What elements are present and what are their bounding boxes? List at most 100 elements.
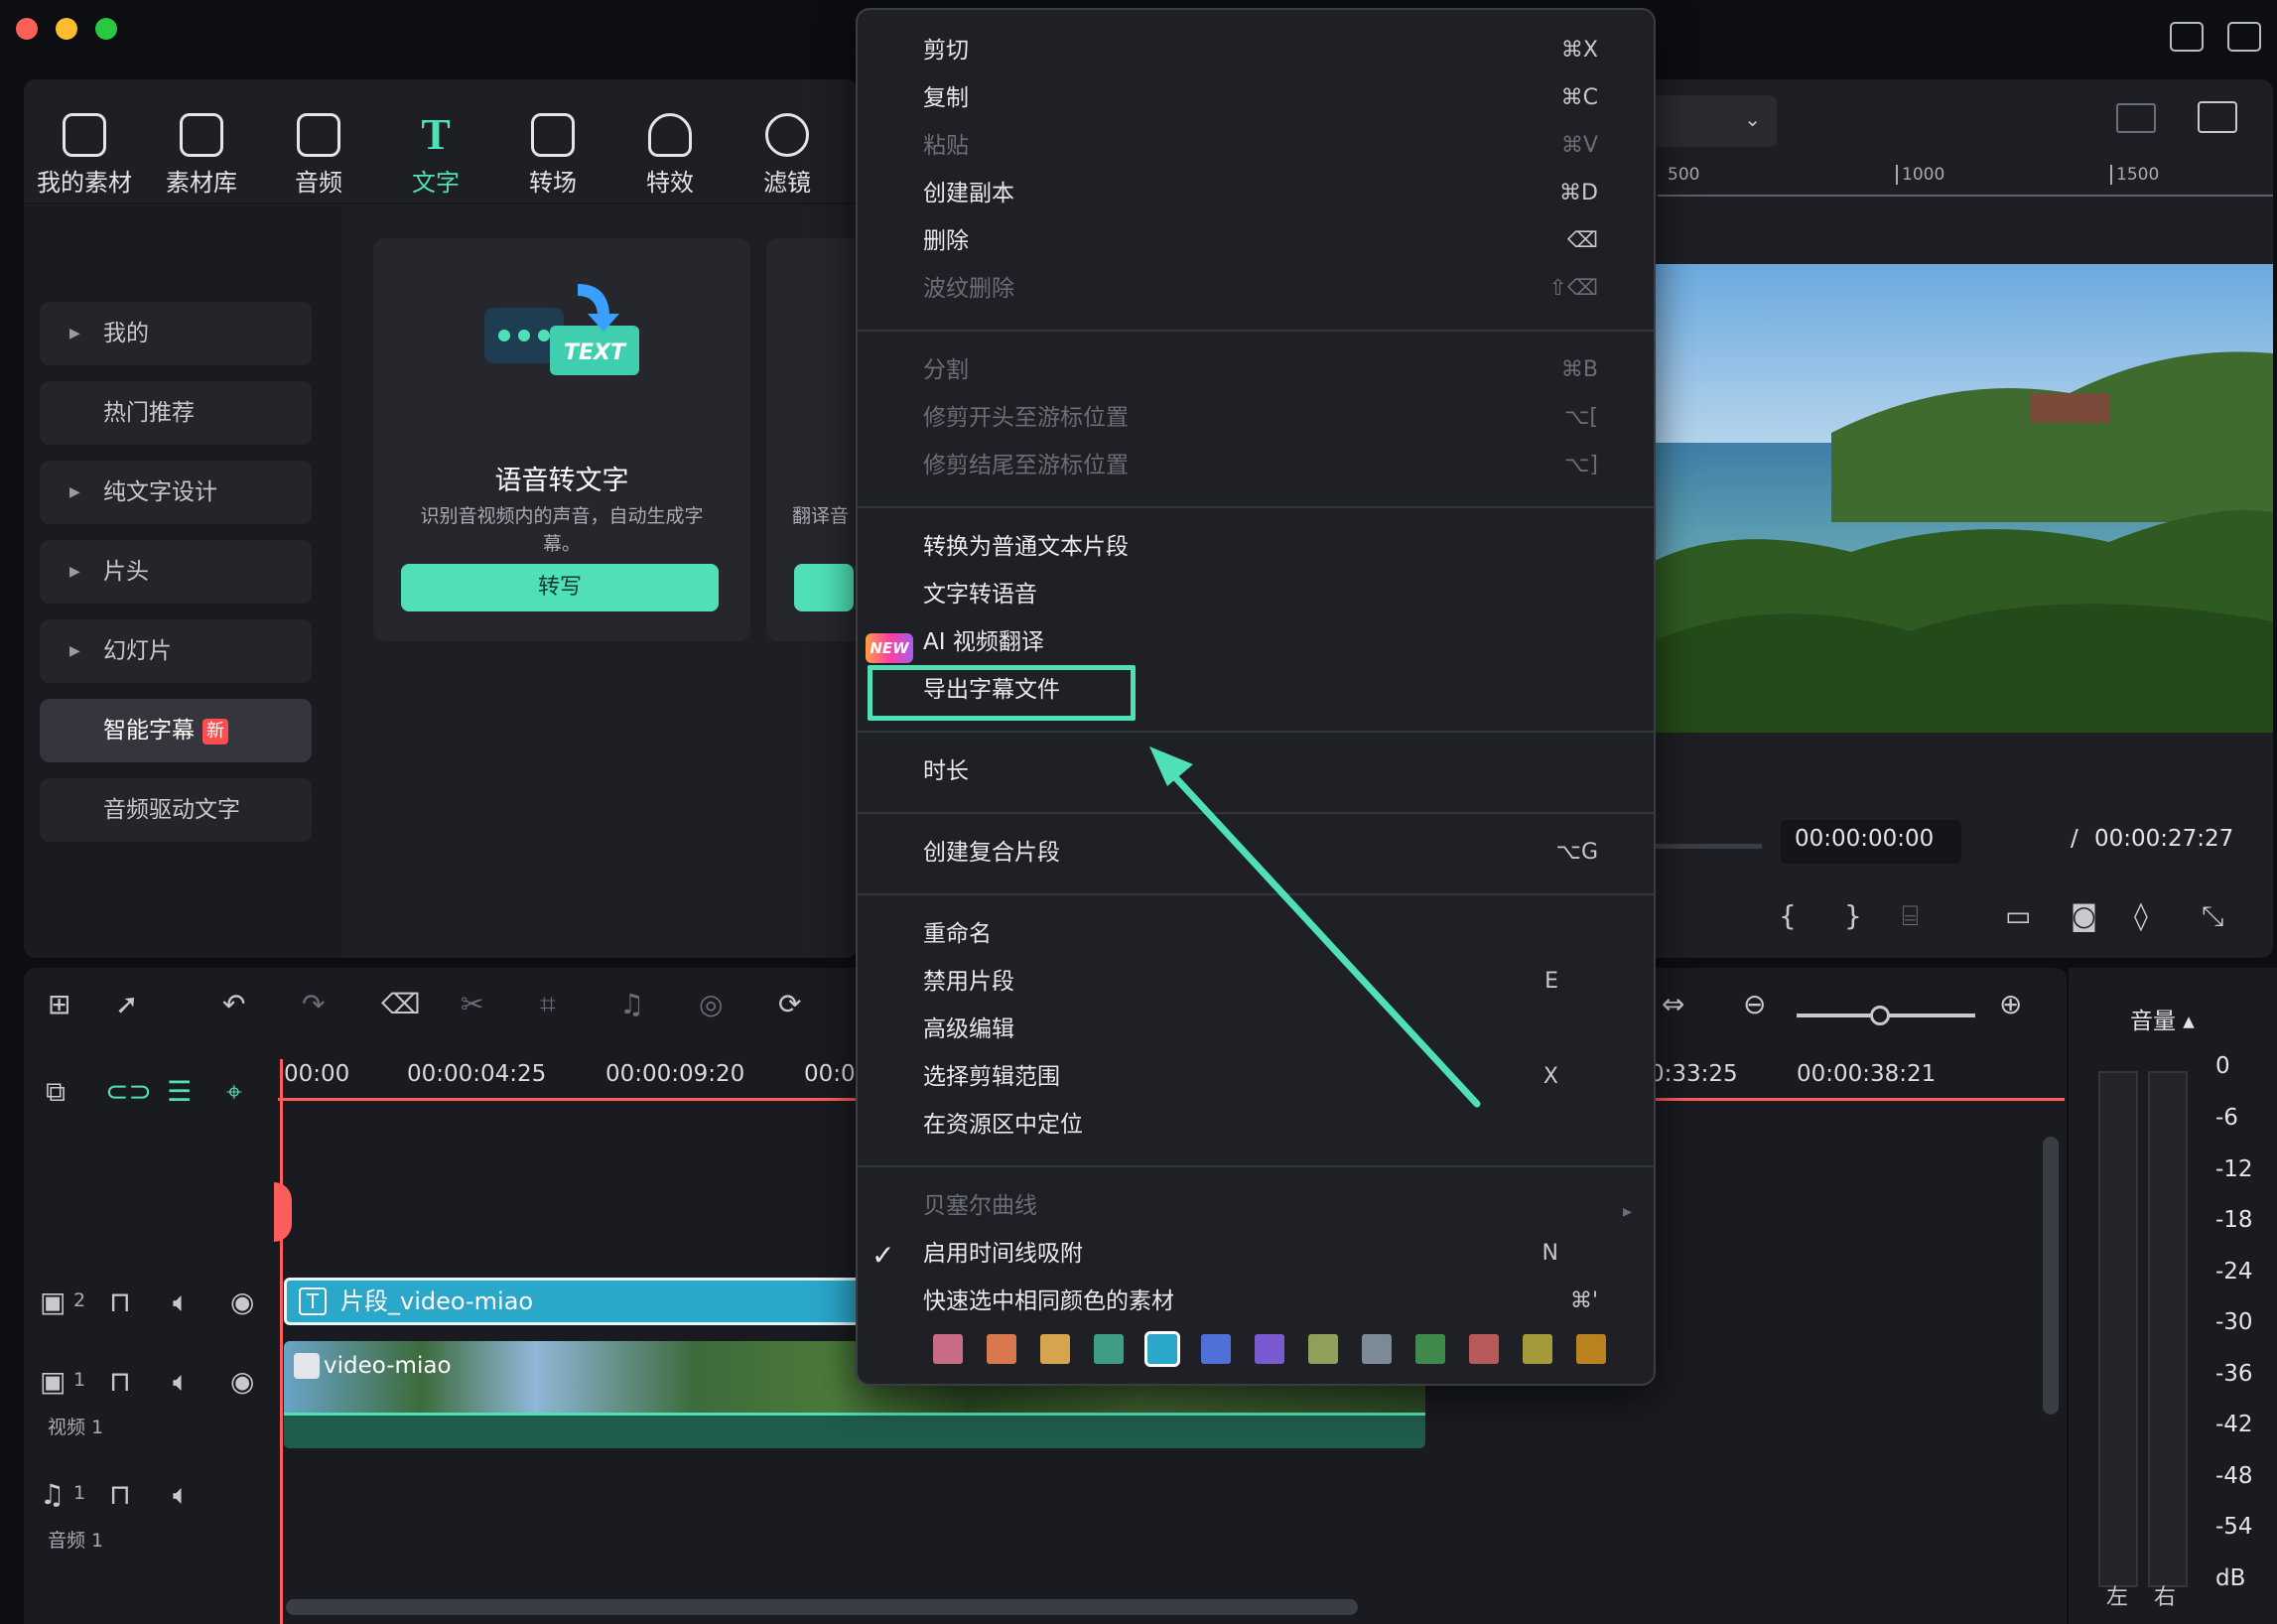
tab-filter[interactable]: 滤镜 xyxy=(733,113,842,198)
color-swatch[interactable] xyxy=(1469,1334,1499,1364)
color-swatch[interactable] xyxy=(1576,1334,1606,1364)
undo-icon[interactable]: ↶ xyxy=(222,988,245,1020)
menu-item-trim-end[interactable]: 修剪结尾至游标位置 ⌥] xyxy=(923,443,1618,488)
sidebar-item-audio-driven-text[interactable]: 音频驱动文字 xyxy=(40,778,312,842)
tab-label: 文字 xyxy=(412,169,460,197)
mark-out-icon[interactable]: } xyxy=(1844,899,1862,932)
menu-item-rename[interactable]: 重命名 xyxy=(923,911,1618,957)
mark-in-icon[interactable]: { xyxy=(1779,899,1797,932)
speaker-icon[interactable]: 🔈︎ xyxy=(173,1478,190,1512)
snap-icon[interactable]: ⌖ xyxy=(226,1075,242,1109)
menu-item-text-to-speech[interactable]: 文字转语音 xyxy=(923,572,1618,617)
tab-transition[interactable]: 转场 xyxy=(498,113,607,198)
sidebar-item-plain-text[interactable]: ▶ 纯文字设计 xyxy=(40,461,312,524)
lock-icon[interactable]: ⊓ xyxy=(109,1478,131,1511)
sidebar-item-trending[interactable]: 热门推荐 xyxy=(40,381,312,445)
zoom-in-icon[interactable]: ⊕ xyxy=(1999,988,2022,1020)
speaker-icon[interactable]: 🔈︎ xyxy=(173,1365,190,1399)
speed-icon[interactable]: ⟳ xyxy=(778,988,801,1020)
menu-item-create-compound[interactable]: 创建复合片段 ⌥G xyxy=(923,830,1618,876)
redo-icon[interactable]: ↷ xyxy=(302,988,325,1020)
minimize-window-button[interactable] xyxy=(56,18,77,40)
menu-item-ripple-delete[interactable]: 波纹删除 ⇧⌫ xyxy=(923,266,1618,312)
menu-item-duplicate[interactable]: 创建副本 ⌘D xyxy=(923,171,1618,216)
menu-item-convert-text[interactable]: 转换为普通文本片段 xyxy=(923,524,1618,570)
vertical-scrollbar[interactable] xyxy=(2043,1137,2059,1415)
cut-icon[interactable]: ✂ xyxy=(461,988,483,1020)
zoom-slider-handle[interactable] xyxy=(1870,1006,1890,1025)
speaker-icon[interactable]: 🔈︎ xyxy=(173,1286,190,1319)
menu-item-timeline-snap[interactable]: 启用时间线吸附 N xyxy=(923,1231,1618,1277)
maximize-window-button[interactable] xyxy=(95,18,117,40)
menu-item-cut[interactable]: 剪切 ⌘X xyxy=(923,28,1618,73)
sidebar-item-mine[interactable]: ▶ 我的 xyxy=(40,302,312,365)
color-icon[interactable]: ◎ xyxy=(699,988,723,1020)
layout-grid-icon[interactable]: ⊞ xyxy=(48,988,70,1020)
text-clip[interactable]: T 片段_video-miao xyxy=(284,1278,879,1325)
playhead-handle[interactable] xyxy=(274,1182,292,1242)
horizontal-scrollbar[interactable] xyxy=(286,1599,1358,1615)
layout-icon[interactable] xyxy=(2227,22,2261,52)
color-swatch[interactable] xyxy=(1362,1334,1392,1364)
playhead[interactable] xyxy=(280,1059,283,1624)
select-tool-icon[interactable]: ➚ xyxy=(115,988,138,1020)
zoom-out-icon[interactable]: ⊖ xyxy=(1743,988,1766,1020)
translate-button[interactable] xyxy=(794,564,854,611)
transcribe-button[interactable]: 转写 xyxy=(401,564,719,611)
menu-item-ai-translate[interactable]: AI 视频翻译 xyxy=(923,619,1618,665)
tab-text[interactable]: T 文字 xyxy=(381,113,490,198)
color-swatch[interactable] xyxy=(1255,1334,1284,1364)
sidebar-item-ai-captions[interactable]: 智能字幕新 xyxy=(40,699,312,762)
add-track-icon[interactable]: ⧉ xyxy=(46,1075,66,1109)
menu-item-paste[interactable]: 粘贴 ⌘V xyxy=(923,123,1618,169)
preview-progress-bar[interactable] xyxy=(1653,844,1762,849)
display-icon[interactable]: ▭ xyxy=(2005,899,2031,932)
color-swatch[interactable] xyxy=(933,1334,963,1364)
color-swatch[interactable] xyxy=(1040,1334,1070,1364)
tab-my-media[interactable]: 我的素材 xyxy=(30,113,139,198)
color-swatch[interactable] xyxy=(1523,1334,1552,1364)
fullscreen-icon[interactable]: ⤡ xyxy=(2202,899,2223,933)
menu-item-trim-start[interactable]: 修剪开头至游标位置 ⌥[ xyxy=(923,395,1618,441)
color-swatch[interactable] xyxy=(1144,1331,1180,1367)
color-swatch[interactable] xyxy=(1094,1334,1124,1364)
menu-item-duration[interactable]: 时长 xyxy=(923,748,1618,794)
eye-icon[interactable]: ◉ xyxy=(230,1286,254,1318)
grid-view-icon[interactable] xyxy=(2116,103,2156,133)
feedback-icon[interactable] xyxy=(2170,22,2204,52)
menu-item-copy[interactable]: 复制 ⌘C xyxy=(923,75,1618,121)
sidebar-item-opener[interactable]: ▶ 片头 xyxy=(40,540,312,604)
image-icon[interactable] xyxy=(2198,101,2237,133)
insert-icon[interactable]: ⌸ xyxy=(1902,899,1919,933)
snapshot-icon[interactable]: ◙ xyxy=(2071,899,2097,932)
tab-label: 滤镜 xyxy=(763,169,811,197)
lock-icon[interactable]: ⊓ xyxy=(109,1365,131,1398)
color-swatch[interactable] xyxy=(987,1334,1016,1364)
sidebar-item-slideshow[interactable]: ▶ 幻灯片 xyxy=(40,619,312,683)
close-window-button[interactable] xyxy=(16,18,38,40)
menu-item-select-same-color[interactable]: 快速选中相同颜色的素材 ⌘' xyxy=(923,1279,1618,1324)
menu-item-select-range[interactable]: 选择剪辑范围 X xyxy=(923,1054,1618,1100)
color-swatch[interactable] xyxy=(1201,1334,1231,1364)
tab-effects[interactable]: 特效 xyxy=(615,113,725,198)
color-swatch[interactable] xyxy=(1415,1334,1445,1364)
audio-edit-icon[interactable]: ♫ xyxy=(619,988,644,1020)
menu-item-disable-clip[interactable]: 禁用片段 E xyxy=(923,959,1618,1005)
lock-icon[interactable]: ⊓ xyxy=(109,1286,131,1318)
crop-icon[interactable]: ⌗ xyxy=(540,988,556,1021)
tab-stock[interactable]: 素材库 xyxy=(147,113,256,198)
delete-icon[interactable]: ⌫ xyxy=(381,988,421,1020)
preview-quality-dropdown[interactable]: ⌄ xyxy=(1648,95,1777,147)
menu-item-delete[interactable]: 删除 ⌫ xyxy=(923,218,1618,264)
tab-audio[interactable]: 音频 xyxy=(264,113,373,198)
track-layout-icon[interactable]: ☰ xyxy=(167,1075,192,1108)
fit-timeline-icon[interactable]: ⇔ xyxy=(1662,988,1684,1020)
color-swatch[interactable] xyxy=(1308,1334,1338,1364)
eye-icon[interactable]: ◉ xyxy=(230,1365,254,1398)
link-icon[interactable]: ⊂⊃ xyxy=(105,1075,152,1108)
menu-item-split[interactable]: 分割 ⌘B xyxy=(923,347,1618,393)
menu-item-bezier[interactable]: 贝塞尔曲线 xyxy=(923,1183,1618,1229)
menu-item-advanced-edit[interactable]: 高级编辑 xyxy=(923,1007,1618,1052)
mute-icon[interactable]: ◊ xyxy=(2134,899,2148,932)
menu-item-locate-in-library[interactable]: 在资源区中定位 xyxy=(923,1102,1618,1148)
